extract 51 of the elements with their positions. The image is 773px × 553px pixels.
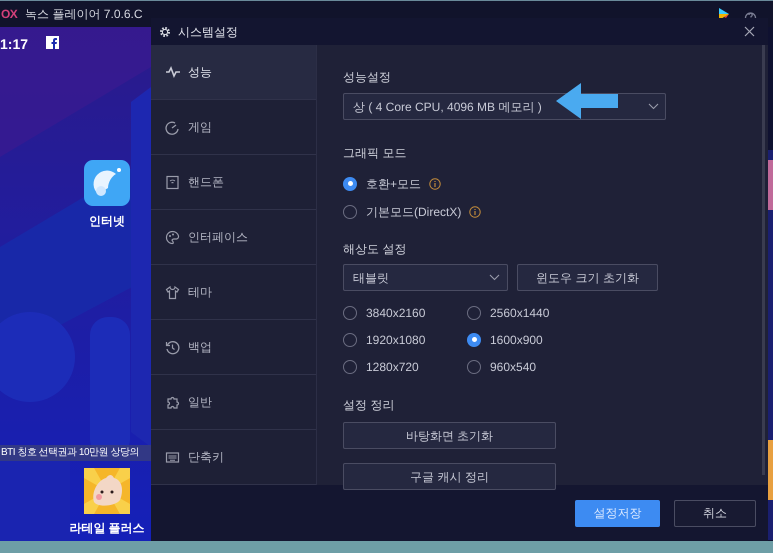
app-title: 녹스 플레이어 7.0.6.C [25, 6, 142, 23]
radio-button[interactable] [467, 306, 481, 320]
chevron-icon [489, 274, 500, 281]
app-icon[interactable] [84, 160, 130, 206]
section-heading: 해상도 설정 [343, 241, 408, 257]
history-icon [165, 340, 180, 354]
chevron-icon [648, 103, 659, 110]
cleanup-button[interactable]: 바탕화면 초기화 [343, 422, 556, 449]
app-logo: OX [1, 6, 18, 23]
cancel-button[interactable]: 취소 [674, 500, 756, 526]
option-label: 호환+모드 [366, 176, 422, 192]
puzzle-icon [165, 394, 180, 410]
radio-button[interactable] [343, 306, 357, 320]
radio-button[interactable] [467, 360, 481, 374]
pulse-icon [165, 64, 180, 80]
settings-icon [159, 26, 171, 38]
keyboard-icon [165, 450, 180, 464]
phone-icon [165, 174, 180, 190]
shirt-icon [165, 284, 180, 300]
performance-dropdown[interactable]: 상 ( 4 Core CPU, 4096 MB 메모리 ) [343, 93, 666, 120]
gauge-icon [165, 120, 180, 134]
radio-button[interactable] [343, 360, 357, 374]
info-icon[interactable] [469, 206, 482, 218]
facebook-icon [46, 36, 59, 49]
promo-text: BTI 칭호 선택권과 10만원 상당의 [1, 446, 140, 460]
device-dropdown[interactable]: 태블릿 [343, 264, 508, 291]
app-label: 라테일 플러스 [68, 520, 146, 537]
option-label: 기본모드(DirectX) [366, 204, 462, 220]
palette-icon [165, 230, 180, 244]
radio-button[interactable] [467, 332, 481, 346]
dialog-title: 시스템설정 [178, 24, 238, 40]
section-heading: 성능설정 [343, 69, 392, 85]
arrow-icon [556, 83, 618, 119]
sidebar-item[interactable]: 성능 [151, 45, 316, 100]
radio-button[interactable] [343, 204, 357, 218]
section-heading: 설정 정리 [343, 397, 396, 413]
close-icon[interactable] [744, 26, 755, 37]
radio-button[interactable] [343, 176, 357, 190]
section-heading: 그래픽 모드 [343, 145, 408, 161]
radio-button[interactable] [343, 332, 357, 346]
info-icon[interactable] [429, 178, 442, 190]
option-label: 2560x1440 [490, 304, 550, 322]
cleanup-button[interactable]: 구글 캐시 정리 [343, 463, 556, 490]
option-label: 1920x1080 [366, 332, 426, 348]
option-label: 3840x2160 [366, 304, 426, 322]
app-label: 인터넷 [88, 213, 126, 230]
option-label: 1280x720 [366, 358, 419, 376]
option-label: 960x540 [490, 358, 536, 376]
status-clock: 1:17 [0, 35, 28, 54]
reset-window-button[interactable]: 윈도우 크기 초기화 [517, 264, 658, 291]
option-label: 1600x900 [490, 332, 543, 348]
